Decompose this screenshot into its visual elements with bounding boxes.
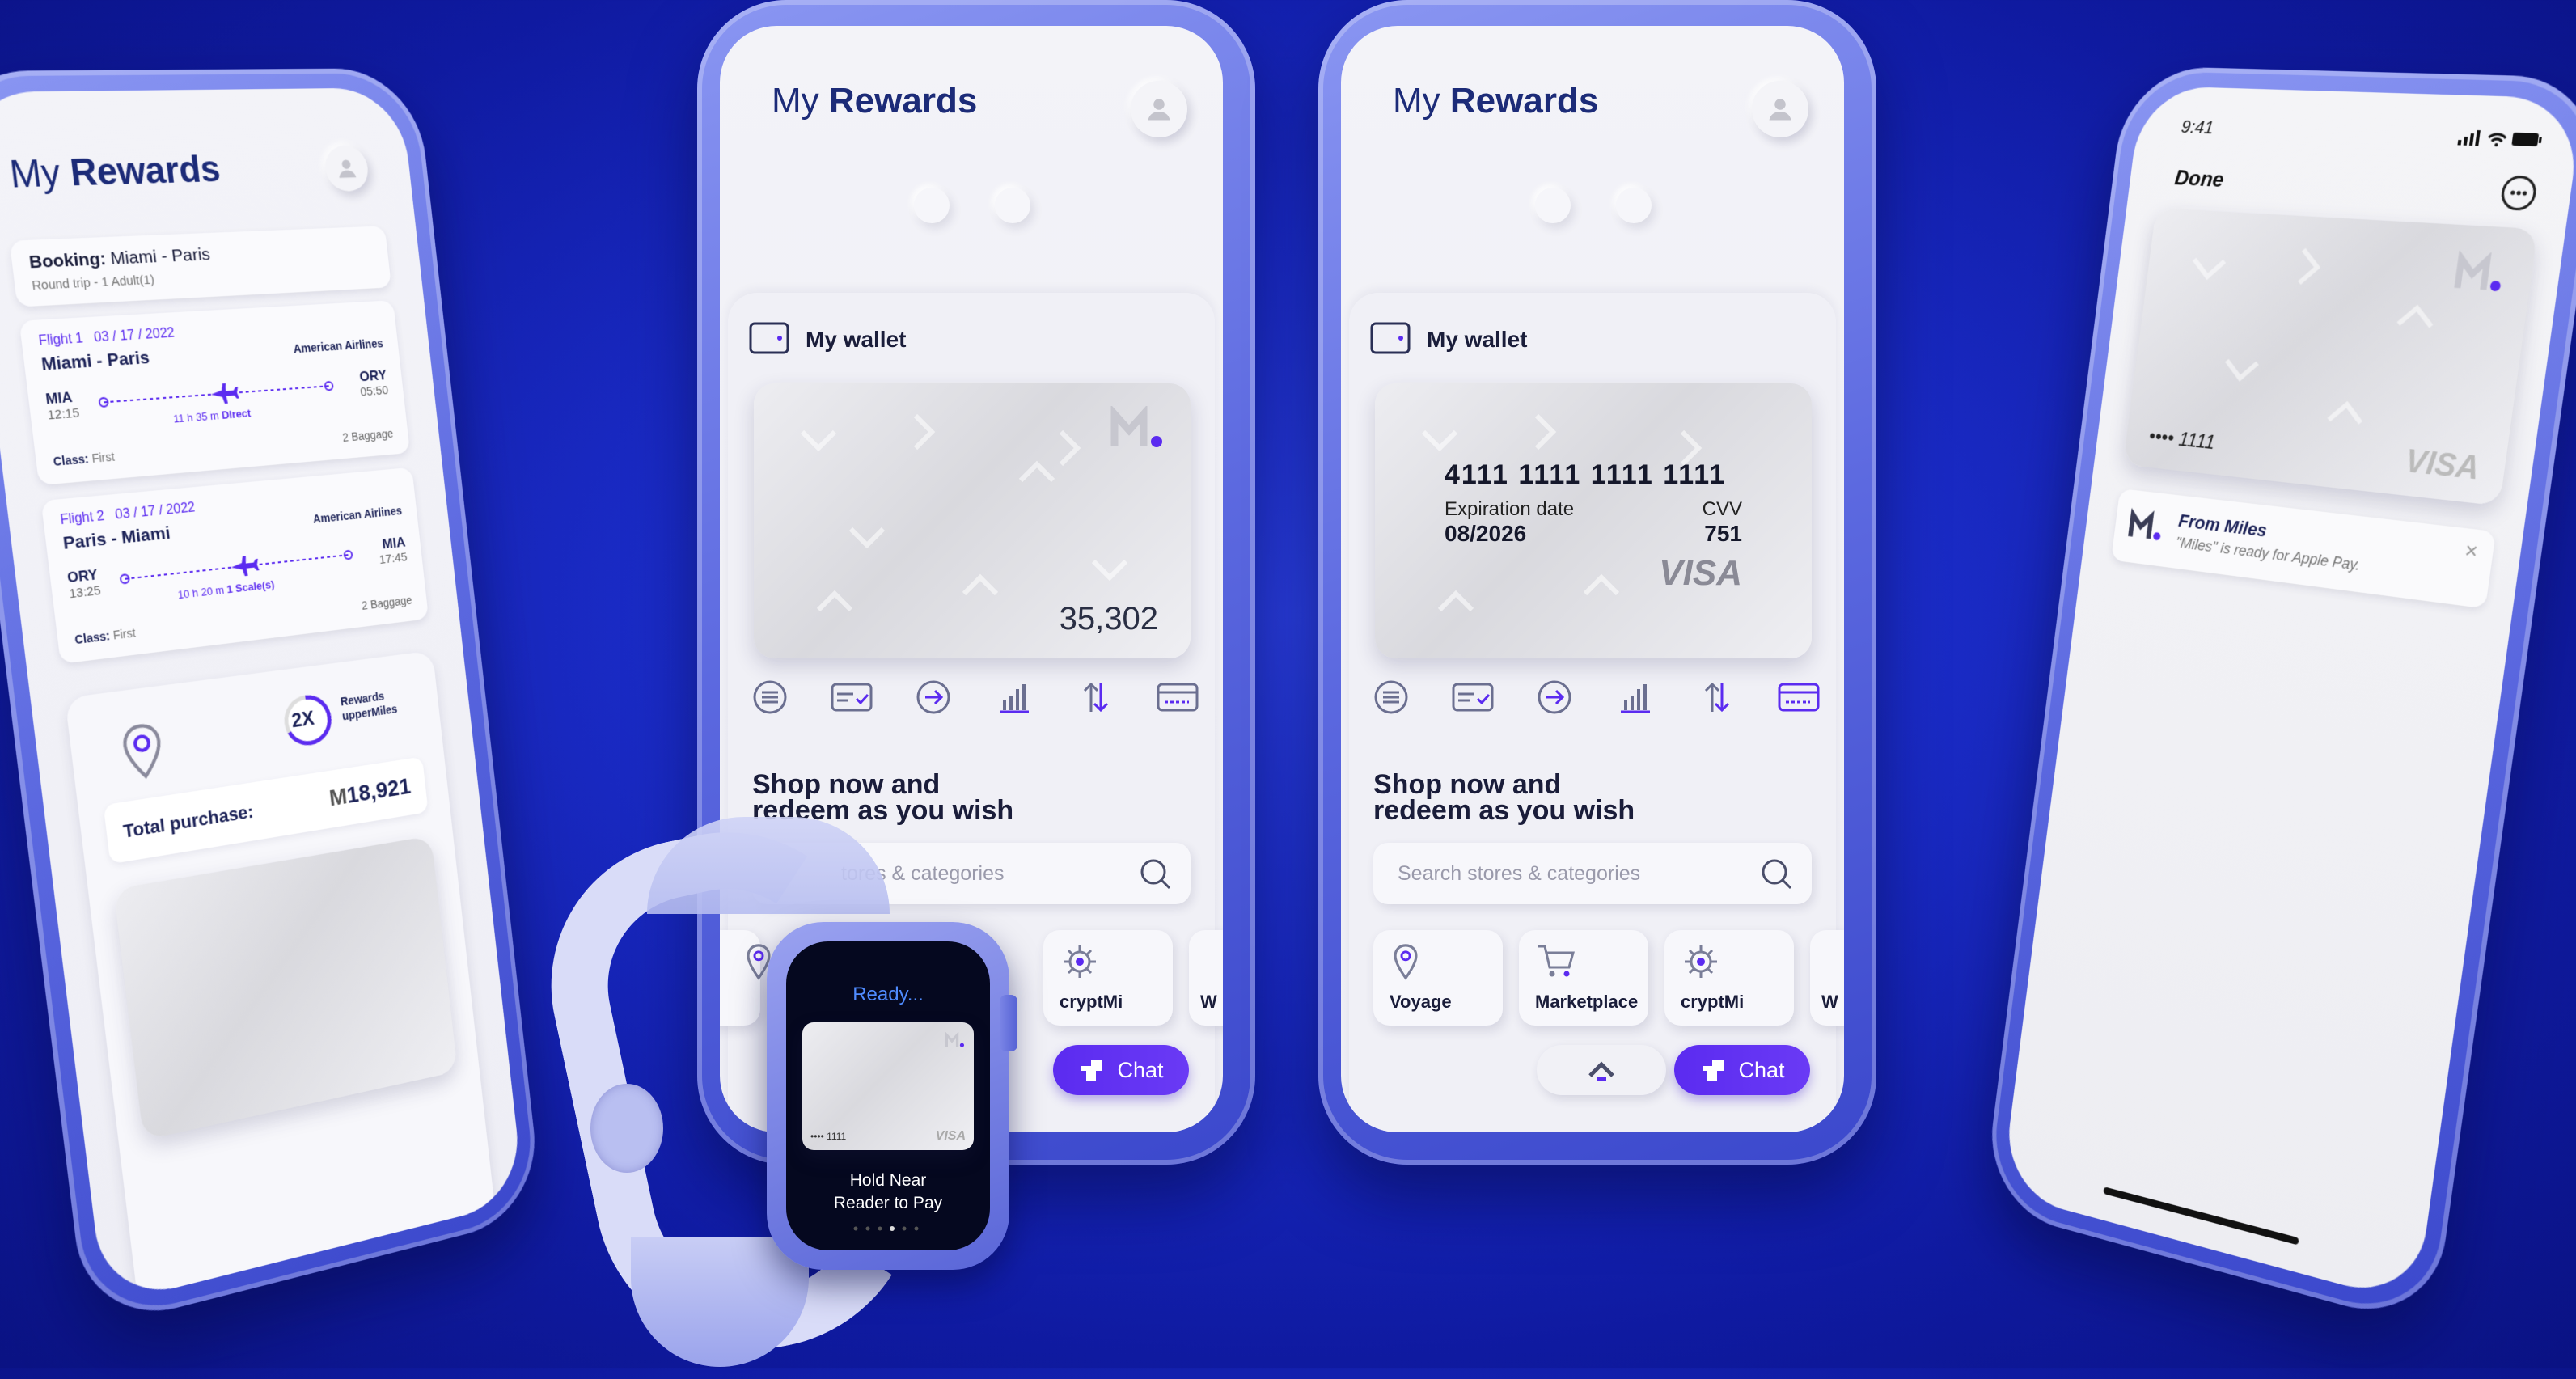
user-icon (1769, 99, 1791, 121)
apple-pay-card[interactable]: •••• 1111 VISA (2123, 208, 2538, 506)
bar-chart-icon[interactable] (993, 679, 1035, 715)
notification-close-button[interactable]: × (2464, 537, 2480, 565)
rewards-badge: 2X (290, 707, 316, 733)
flight-card-2[interactable]: Flight 2 03 / 17 / 2022 Paris - Miami Am… (40, 467, 429, 664)
user-icon (1148, 99, 1170, 121)
bar-chart-icon[interactable] (1614, 679, 1656, 715)
done-button[interactable]: Done (2173, 165, 2225, 192)
watch-card: •••• 1111 VISA (802, 1022, 974, 1150)
cvv-label: CVV (1702, 498, 1742, 520)
cvv-value: 751 (1704, 521, 1742, 546)
category-card-partial[interactable]: W (1189, 930, 1223, 1026)
watch-band-button (590, 1084, 663, 1173)
transfer-arrows-icon[interactable] (1075, 679, 1117, 715)
rewards-card[interactable] (113, 835, 458, 1140)
chat-button[interactable]: Chat (1053, 1045, 1189, 1095)
menu-list-icon[interactable] (749, 679, 791, 715)
expiration-value: 08/2026 (1445, 521, 1527, 546)
transfer-arrows-icon[interactable] (1696, 679, 1738, 715)
decor-bubble (1616, 188, 1652, 223)
decor-bubble (995, 188, 1030, 223)
shop-heading: Shop now and redeem as you wish (1373, 769, 1635, 826)
location-pin-icon (119, 720, 167, 785)
card-check-icon[interactable] (1452, 679, 1494, 715)
wallet-balance: 35,302 (1059, 601, 1158, 637)
smart-watch: Ready... •••• 1111 VISA Hold Near Reader … (523, 805, 1027, 1379)
card-check-icon[interactable] (831, 679, 873, 715)
search-icon (1762, 859, 1792, 890)
decor-bubble (1535, 188, 1571, 223)
category-card-cryptmi[interactable]: cryptMi (1664, 930, 1794, 1026)
search-icon (1140, 859, 1171, 890)
page-dots-indicator (853, 1226, 919, 1231)
wallet-action-row (1370, 679, 1820, 715)
page-title: My Rewards (1393, 81, 1599, 121)
location-pin-icon (1394, 944, 1418, 980)
wallet-action-row (749, 679, 1199, 715)
page-title: My Rewards (772, 81, 978, 121)
center-right-screen: My Rewards My wallet 4111 1111 1111 1111… (1341, 26, 1844, 1132)
wallet-panel: My wallet 4111 1111 1111 1111 Expiration… (1349, 293, 1844, 1132)
watch-instruction: Hold Near Reader to Pay (833, 1171, 943, 1212)
card-number: 4111 1111 1111 1111 (1445, 459, 1727, 490)
profile-avatar-button[interactable] (323, 145, 370, 192)
chat-button[interactable]: Chat (1674, 1045, 1810, 1095)
card-pattern (1421, 413, 1703, 612)
scroll-up-button[interactable] (1537, 1045, 1666, 1095)
miles-logo-icon (2452, 251, 2502, 298)
rewards-panel: 2X Rewards upperMiles Total purchase: M1… (65, 650, 496, 1305)
apple-pay-notification[interactable]: From Miles "Miles" is ready for Apple Pa… (2111, 488, 2497, 609)
watch-card-digits: •••• 1111 (810, 1131, 847, 1142)
watch-screen: Ready... •••• 1111 VISA Hold Near Reader … (786, 941, 990, 1250)
wallet-icon (1370, 322, 1411, 354)
ellipsis-icon (2510, 190, 2527, 196)
page-title: My Rewards (7, 148, 222, 197)
miles-logo-icon (1110, 406, 1162, 447)
watch-band-outer (647, 817, 890, 914)
watch-card-brand: VISA (935, 1129, 966, 1143)
chat-icon (1081, 1060, 1103, 1081)
profile-avatar-button[interactable] (1131, 81, 1187, 137)
visa-logo: VISA (1659, 553, 1742, 593)
booking-card: Booking: Miami - Paris Round trip - 1 Ad… (9, 226, 392, 307)
right-phone: 9:41 Done •••• 1111 VISA From Miles "Mil… (1796, 61, 2576, 1351)
user-icon (338, 159, 357, 178)
category-card-voyage[interactable]: Voyage (1373, 930, 1503, 1026)
status-time: 9:41 (2180, 116, 2215, 138)
arrow-right-circle-icon[interactable] (1533, 679, 1576, 715)
notification-body: "Miles" is ready for Apple Pay. (2174, 534, 2362, 574)
wallet-label: My wallet (1427, 327, 1528, 352)
crypto-gear-icon (1685, 945, 1717, 978)
watch-status: Ready... (852, 983, 924, 1005)
wallet-card[interactable]: 35,302 (754, 383, 1191, 658)
card-icon[interactable] (1157, 679, 1199, 715)
watch-band-lower (631, 1237, 809, 1367)
card-icon-active[interactable] (1778, 679, 1820, 715)
flight-path-icon (95, 376, 336, 413)
category-card-marketplace[interactable]: Marketplace (1519, 930, 1648, 1026)
miles-logo-icon (945, 1032, 964, 1047)
signal-wifi-battery-icon (2457, 126, 2542, 147)
miles-app-icon (2126, 506, 2167, 549)
chat-icon (1703, 1060, 1724, 1081)
more-options-button[interactable] (2499, 175, 2539, 212)
flight-card-1[interactable]: Flight 1 03 / 17 / 2022 Miami - Paris Am… (19, 300, 411, 486)
wallet-icon (749, 322, 789, 354)
shop-heading: Shop now and redeem as you wish (752, 769, 1014, 826)
expiration-label: Expiration date (1445, 498, 1575, 520)
wallet-label: My wallet (806, 327, 907, 352)
shopping-cart-icon (1538, 945, 1575, 977)
profile-avatar-button[interactable] (1752, 81, 1808, 137)
chevron-up-icon (1588, 1061, 1614, 1081)
menu-list-icon[interactable] (1370, 679, 1412, 715)
visa-logo: VISA (2403, 443, 2482, 488)
decor-bubble (914, 188, 950, 223)
watch-crown[interactable] (1000, 995, 1017, 1051)
arrow-right-circle-icon[interactable] (912, 679, 954, 715)
search-input[interactable]: Search stores & categories (1373, 843, 1812, 904)
wallet-card-details[interactable]: 4111 1111 1111 1111 Expiration date 08/2… (1375, 383, 1812, 658)
category-card-cryptmi[interactable]: cryptMi (1043, 930, 1173, 1026)
crypto-gear-icon (1064, 945, 1096, 978)
